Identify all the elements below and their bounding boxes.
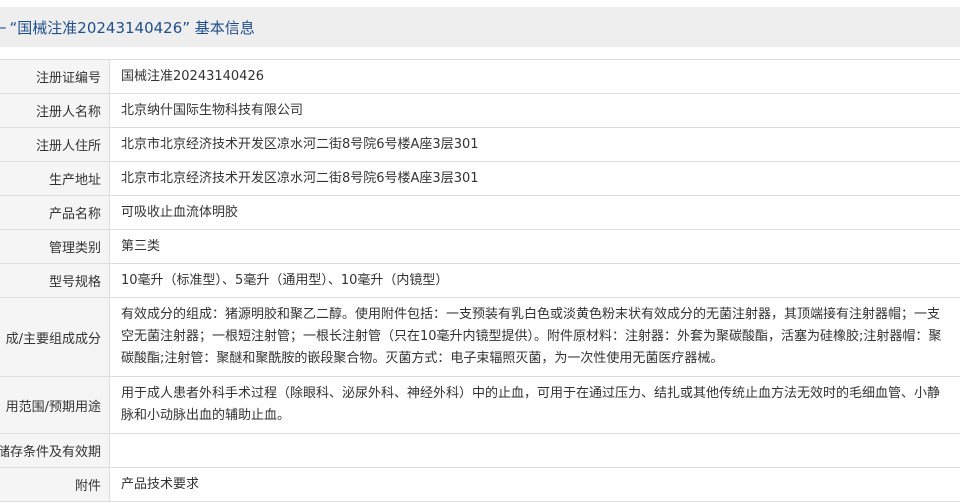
table-row: 附件 产品技术要求: [0, 468, 960, 502]
row-label: 注册人名称: [0, 94, 110, 127]
row-label: 附件: [0, 468, 110, 501]
collapse-icon[interactable]: –: [0, 18, 7, 36]
row-value: 有效成分的组成：猪源明胶和聚乙二醇。使用附件包括：一支预装有乳白色或淡黄色粉末状…: [121, 307, 942, 366]
table-row: 成/主要组成成分 有效成分的组成：猪源明胶和聚乙二醇。使用附件包括：一支预装有乳…: [0, 298, 960, 377]
row-label: 用范围/预期用途: [0, 377, 110, 433]
row-value: 北京纳什国际生物科技有限公司: [121, 102, 304, 118]
row-label: 型号规格: [0, 264, 110, 297]
row-value: 10毫升（标准型）、5毫升（通用型）、10毫升（内镜型）: [121, 272, 449, 288]
row-label: 注册人住所: [0, 128, 110, 161]
section-title: “国械注准20243140426” 基本信息: [9, 18, 255, 37]
table-row: 储存条件及有效期: [0, 434, 960, 468]
table-row: 生产地址 北京市北京经济技术开发区凉水河二街8号院6号楼A座3层301: [0, 162, 960, 196]
row-value: 可吸收止血流体明胶: [121, 204, 239, 220]
table-row: 注册证编号 国械注准20243140426: [0, 60, 960, 94]
table-row: 注册人名称 北京纳什国际生物科技有限公司: [0, 94, 960, 128]
row-label: 注册证编号: [0, 60, 110, 93]
table-row: 用范围/预期用途 用于成人患者外科手术过程（除眼科、泌尿外科、神经外科）中的止血…: [0, 377, 960, 434]
table-row: 型号规格 10毫升（标准型）、5毫升（通用型）、10毫升（内镜型）: [0, 264, 960, 298]
table-row: 产品名称 可吸收止血流体明胶: [0, 196, 960, 230]
row-value: 北京市北京经济技术开发区凉水河二街8号院6号楼A座3层301: [121, 136, 479, 152]
row-value: 国械注准20243140426: [121, 68, 264, 84]
table-row: 管理类别 第三类: [0, 230, 960, 264]
info-table: 注册证编号 国械注准20243140426 注册人名称 北京纳什国际生物科技有限…: [0, 59, 960, 502]
table-row: 注册人住所 北京市北京经济技术开发区凉水河二街8号院6号楼A座3层301: [0, 128, 960, 162]
row-label: 储存条件及有效期: [0, 434, 110, 467]
row-value: 北京市北京经济技术开发区凉水河二街8号院6号楼A座3层301: [121, 170, 479, 186]
row-label: 生产地址: [0, 162, 110, 195]
row-label: 产品名称: [0, 196, 110, 229]
row-value: 产品技术要求: [121, 476, 200, 492]
row-label: 成/主要组成成分: [0, 298, 110, 376]
row-value: 用于成人患者外科手术过程（除眼科、泌尿外科、神经外科）中的止血，可用于在通过压力…: [121, 386, 941, 423]
section-header[interactable]: – “国械注准20243140426” 基本信息: [0, 7, 960, 47]
row-value: 第三类: [121, 238, 161, 254]
top-strip: [0, 0, 960, 7]
row-label: 管理类别: [0, 230, 110, 263]
row-value: [110, 434, 960, 467]
